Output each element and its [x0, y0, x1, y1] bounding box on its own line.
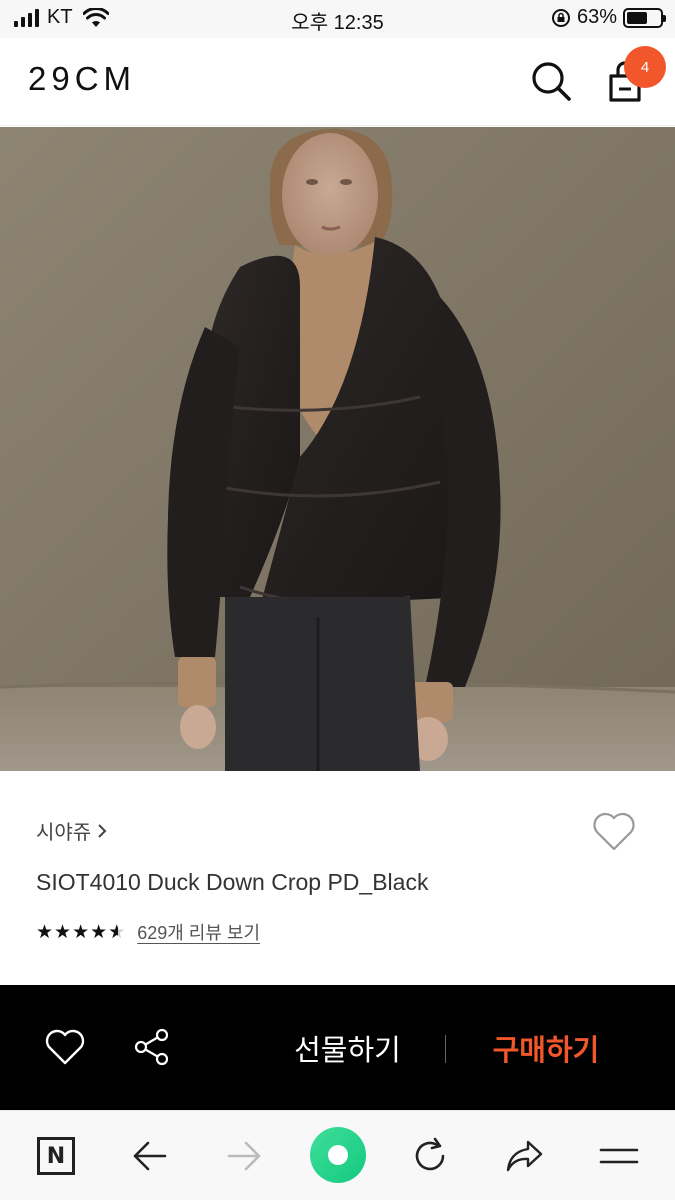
green-dot-icon[interactable] — [310, 1127, 366, 1183]
gift-button[interactable]: 선물하기 — [280, 1025, 415, 1071]
product-title: SIOT4010 Duck Down Crop PD_Black — [36, 869, 429, 895]
naver-home-icon: N — [37, 1137, 75, 1175]
logo[interactable]: 29CM — [28, 60, 136, 98]
share-icon[interactable] — [132, 1027, 172, 1067]
review-link[interactable]: 629개 리뷰 보기 — [137, 919, 260, 945]
refresh-icon — [415, 1137, 445, 1171]
rating-stars: ★ ★ ★ ★ ★ ★ — [36, 923, 127, 942]
share-arrow-icon — [506, 1140, 543, 1172]
naver-home-button[interactable]: N — [34, 1134, 78, 1178]
star-icon: ★ ★ — [108, 921, 126, 943]
menu-button[interactable] — [597, 1134, 641, 1178]
forward-arrow-icon — [227, 1141, 261, 1171]
back-button[interactable] — [128, 1134, 172, 1178]
bar-divider — [445, 1035, 446, 1063]
product-photo — [0, 127, 675, 771]
cart-count-badge[interactable]: 4 — [624, 46, 666, 88]
refresh-button[interactable] — [408, 1134, 452, 1178]
battery-level — [627, 11, 647, 24]
rating-row: ★ ★ ★ ★ ★ ★ 629개 리뷰 보기 — [36, 919, 260, 945]
rotation-lock-icon — [551, 8, 570, 27]
wishlist-heart-icon[interactable] — [590, 809, 638, 853]
forward-button[interactable] — [222, 1134, 266, 1178]
menu-icon — [599, 1148, 639, 1164]
product-info: 시야쥬 SIOT4010 Duck Down Crop PD_Black ★ ★ ★… — [0, 771, 675, 985]
back-arrow-icon — [133, 1141, 167, 1171]
purchase-bar: 선물하기 구매하기 — [0, 985, 675, 1110]
search-icon[interactable] — [528, 58, 574, 104]
product-image[interactable] — [0, 127, 675, 771]
brand-name: 시야쥬 — [36, 822, 92, 844]
star-icon: ★ — [72, 921, 90, 943]
share-page-button[interactable] — [502, 1134, 546, 1178]
app-header: 29CM 4 — [0, 38, 675, 126]
status-bar: KT 오후 12:35 63% — [0, 0, 675, 38]
battery-percent: 63% — [576, 6, 617, 28]
brand-link[interactable]: 시야쥬 — [36, 816, 107, 845]
browser-toolbar: N — [0, 1110, 675, 1200]
heart-icon[interactable] — [44, 1028, 86, 1066]
star-icon: ★ — [90, 921, 108, 943]
chevron-right-icon — [98, 823, 107, 838]
battery-icon — [623, 7, 666, 28]
buy-button[interactable]: 구매하기 — [476, 1025, 616, 1071]
status-right: 63% — [551, 6, 666, 29]
star-icon: ★ — [54, 921, 72, 943]
star-icon: ★ — [36, 921, 54, 943]
